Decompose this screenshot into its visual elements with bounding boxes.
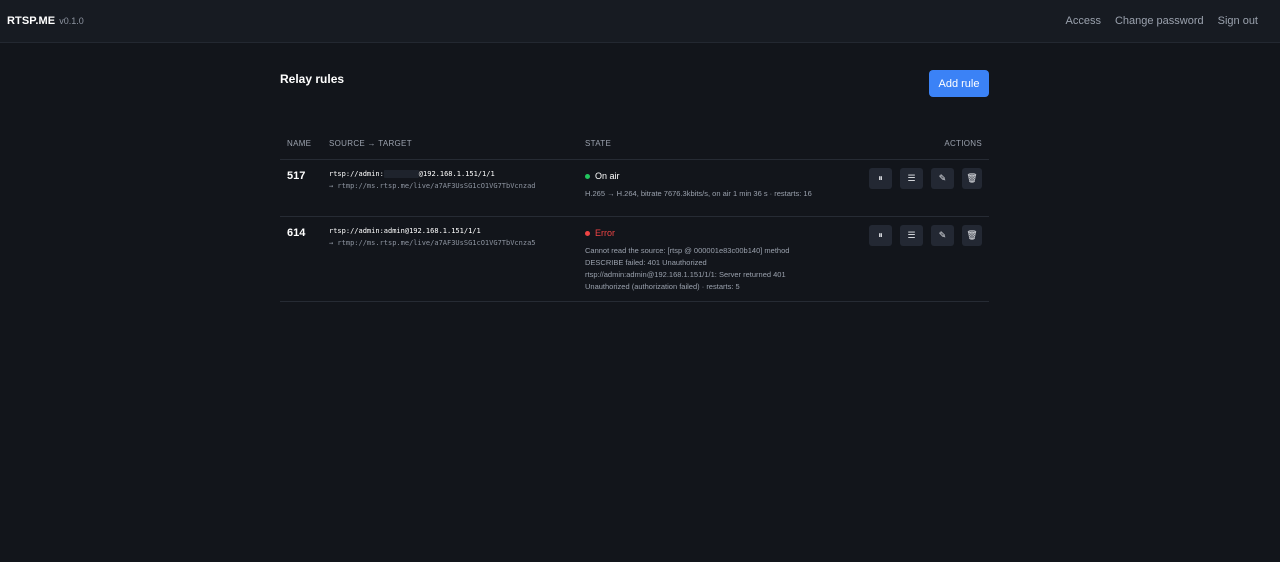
edit-button[interactable]: ✎ bbox=[931, 224, 954, 246]
top-nav: Access Change password Sign out bbox=[1065, 15, 1258, 27]
logs-button[interactable]: ☰ bbox=[900, 167, 923, 189]
source-url-prefix: rtsp://admin: bbox=[329, 169, 384, 178]
add-rule-button[interactable]: Add rule bbox=[929, 70, 989, 97]
nav-change-password-link[interactable]: Change password bbox=[1115, 15, 1204, 27]
top-navbar: RTSP.ME v0.1.0 Access Change password Si… bbox=[0, 0, 1280, 43]
target-url: → rtmp://ms.rtsp.me/live/a7AF3UsSG1cO1VG… bbox=[329, 238, 536, 247]
source-url: rtsp://admin: @192.168.1.151/1/1 bbox=[329, 169, 585, 179]
nav-sign-out-link[interactable]: Sign out bbox=[1218, 15, 1258, 27]
delete-icon: 🗑 bbox=[966, 229, 978, 240]
table-header-row: NAME SOURCE → TARGET STATE ACTIONS bbox=[280, 129, 989, 160]
state-label: On air bbox=[595, 171, 620, 181]
state-detail: Cannot read the source: [rtsp @ 000001e8… bbox=[585, 245, 790, 291]
rule-name: 517 bbox=[280, 159, 329, 217]
table-row: 614 rtsp://admin:admin@192.168.1.151/1/1… bbox=[280, 216, 989, 302]
page-header: Relay rules Add rule bbox=[280, 43, 989, 129]
source-url: rtsp://admin:admin@192.168.1.151/1/1 bbox=[329, 227, 585, 236]
row-actions: ⏸ ☰ ✎ 🗑 bbox=[835, 224, 982, 246]
pause-icon: ⏸ bbox=[878, 172, 883, 183]
state-detail: H.265 → H.264, bitrate 7676.3kbits/s, on… bbox=[585, 188, 812, 198]
column-header-state: STATE bbox=[585, 129, 835, 160]
relay-rules-table: NAME SOURCE → TARGET STATE ACTIONS 517 r… bbox=[280, 129, 989, 302]
source-url-suffix: @192.168.1.151/1/1 bbox=[418, 169, 495, 178]
logs-button[interactable]: ☰ bbox=[900, 224, 923, 246]
state-cell: Error Cannot read the source: [rtsp @ 00… bbox=[585, 216, 835, 302]
delete-button[interactable]: 🗑 bbox=[962, 167, 982, 189]
delete-button[interactable]: 🗑 bbox=[962, 224, 982, 246]
pause-button[interactable]: ⏸ bbox=[869, 224, 892, 246]
target-url: → rtmp://ms.rtsp.me/live/a7AF3UsSG1cO1VG… bbox=[329, 181, 536, 190]
edit-icon: ✎ bbox=[938, 229, 947, 240]
state-cell: On air H.265 → H.264, bitrate 7676.3kbit… bbox=[585, 159, 835, 217]
source-target-cell: rtsp://admin:admin@192.168.1.151/1/1 → r… bbox=[329, 216, 585, 302]
app-version: v0.1.0 bbox=[59, 16, 84, 26]
main-content: Relay rules Add rule NAME SOURCE → TARGE… bbox=[280, 43, 989, 302]
delete-icon: 🗑 bbox=[966, 172, 978, 183]
status-dot-icon bbox=[585, 230, 590, 236]
row-actions: ⏸ ☰ ✎ 🗑 bbox=[835, 167, 982, 189]
nav-access-link[interactable]: Access bbox=[1065, 15, 1100, 27]
pause-icon: ⏸ bbox=[878, 229, 883, 240]
brand-name[interactable]: RTSP.ME bbox=[7, 15, 55, 27]
edit-icon: ✎ bbox=[938, 172, 947, 183]
brand[interactable]: RTSP.ME v0.1.0 bbox=[7, 15, 84, 27]
pause-button[interactable]: ⏸ bbox=[869, 167, 892, 189]
column-header-name: NAME bbox=[280, 129, 329, 160]
state-indicator: Error bbox=[585, 228, 835, 239]
column-header-actions: ACTIONS bbox=[835, 129, 989, 160]
source-target-cell: rtsp://admin: @192.168.1.151/1/1 → rtmp:/… bbox=[329, 159, 585, 217]
actions-cell: ⏸ ☰ ✎ 🗑 bbox=[835, 159, 989, 217]
edit-button[interactable]: ✎ bbox=[931, 167, 954, 189]
logs-icon: ☰ bbox=[907, 229, 916, 240]
column-header-source-target: SOURCE → TARGET bbox=[329, 129, 585, 160]
state-label: Error bbox=[595, 228, 615, 238]
status-dot-icon bbox=[585, 173, 590, 179]
actions-cell: ⏸ ☰ ✎ 🗑 bbox=[835, 216, 989, 302]
logs-icon: ☰ bbox=[907, 172, 916, 183]
page-title: Relay rules bbox=[280, 72, 345, 86]
state-indicator: On air bbox=[585, 171, 835, 182]
table-row: 517 rtsp://admin: @192.168.1.151/1/1 → rt… bbox=[280, 159, 989, 217]
redacted-password bbox=[383, 169, 419, 178]
rule-name: 614 bbox=[280, 216, 329, 302]
source-url-prefix: rtsp://admin:admin@192.168.1.151/1/1 bbox=[329, 226, 481, 235]
